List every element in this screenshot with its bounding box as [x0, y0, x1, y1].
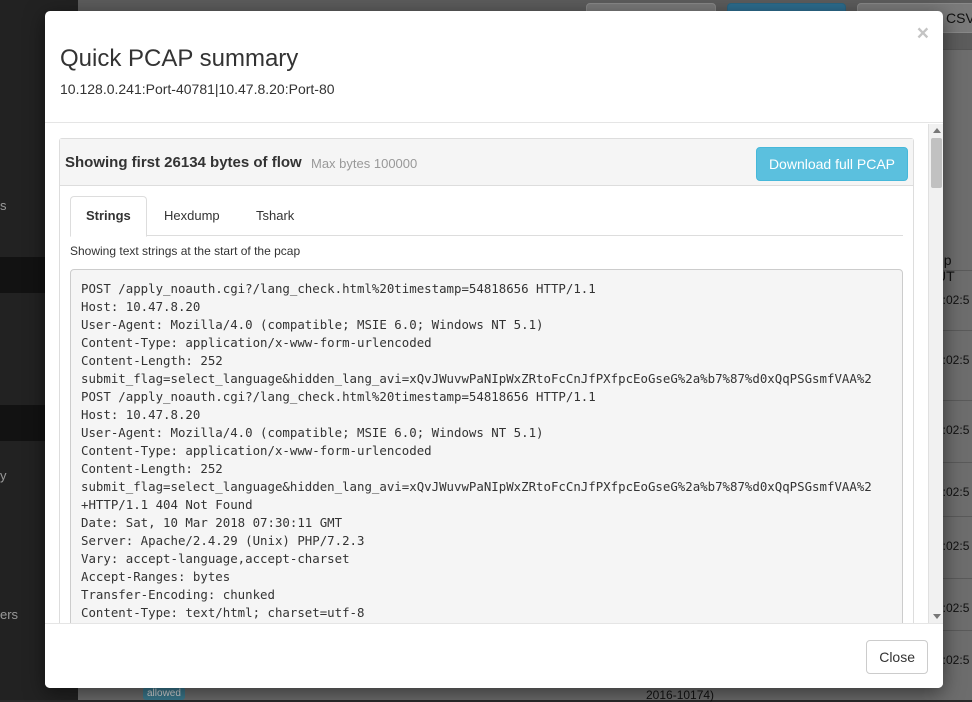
view-tabs: Strings Hexdump Tshark — [70, 196, 903, 237]
background-badge: allowed — [143, 687, 185, 700]
strings-line: Content-Type: text/html; charset=utf-8 — [81, 605, 365, 620]
strings-line: Accept-Ranges: bytes — [81, 569, 231, 584]
tab-strings[interactable]: Strings — [70, 196, 147, 237]
strings-line: submit_flag=select_language&hidden_lang_… — [81, 479, 872, 494]
sidebar-fragment: s — [0, 198, 7, 213]
sidebar-fragment: y — [0, 468, 7, 483]
download-full-pcap-button[interactable]: Download full PCAP — [755, 147, 908, 181]
bytes-shown-title: Showing first 26134 bytes of flow — [65, 154, 302, 171]
sidebar-fragment: ers — [0, 607, 19, 622]
modal-title: Quick PCAP summary — [60, 45, 299, 72]
modal-scrollbar[interactable] — [928, 124, 943, 623]
strings-line: User-Agent: Mozilla/4.0 (compatible; MSI… — [81, 317, 544, 332]
scroll-down-arrow-icon[interactable] — [933, 614, 941, 619]
pcap-summary-modal: Quick PCAP summary 10.128.0.241:Port-407… — [45, 11, 943, 688]
strings-line: Host: 10.47.8.20 — [81, 407, 201, 422]
strings-line: Host: 10.47.8.20 — [81, 299, 201, 314]
sidebar-active-block — [0, 257, 45, 293]
modal-body: Showing first 26134 bytes of flow Max by… — [45, 124, 943, 623]
strings-line: Content-Type: application/x-www-form-url… — [81, 443, 432, 458]
strings-line: Server: Apache/2.4.29 (Unix) PHP/7.2.3 — [81, 533, 365, 548]
tab-tshark[interactable]: Tshark — [240, 196, 310, 236]
tab-hexdump[interactable]: Hexdump — [148, 196, 236, 236]
sidebar-active-block-2 — [0, 405, 45, 441]
strings-line: POST /apply_noauth.cgi?/lang_check.html%… — [81, 281, 596, 296]
strings-line: submit_flag=select_language&hidden_lang_… — [81, 371, 872, 386]
modal-header: Quick PCAP summary 10.128.0.241:Port-407… — [45, 11, 943, 123]
csv-label: CSV — [946, 10, 972, 26]
tab-description: Showing text strings at the start of the… — [70, 244, 301, 258]
strings-line: Content-Type: application/x-www-form-url… — [81, 335, 432, 350]
strings-line: Content-Length: 252 — [81, 353, 223, 368]
strings-line: +HTTP/1.1 404 Not Found — [81, 497, 253, 512]
panel-heading: Showing first 26134 bytes of flow Max by… — [60, 139, 913, 186]
flow-identifier: 10.128.0.241:Port-40781|10.47.8.20:Port-… — [60, 81, 335, 97]
strings-line: Content-Length: 252 — [81, 461, 223, 476]
strings-line: POST /apply_noauth.cgi?/lang_check.html%… — [81, 389, 596, 404]
scrollbar-thumb[interactable] — [931, 138, 942, 188]
strings-line: User-Agent: Mozilla/4.0 (compatible; MSI… — [81, 425, 544, 440]
strings-text: POST /apply_noauth.cgi?/lang_check.html%… — [81, 280, 892, 622]
max-bytes-label: Max bytes 100000 — [311, 156, 418, 171]
strings-line: Vary: accept-language,accept-charset — [81, 551, 350, 566]
strings-line: Transfer-Encoding: chunked — [81, 587, 275, 602]
modal-footer: Close — [45, 623, 943, 688]
close-icon[interactable]: × — [917, 23, 929, 44]
scroll-up-arrow-icon[interactable] — [933, 128, 941, 133]
close-button[interactable]: Close — [866, 640, 928, 674]
flow-panel: Showing first 26134 bytes of flow Max by… — [59, 138, 914, 623]
strings-output: POST /apply_noauth.cgi?/lang_check.html%… — [70, 269, 903, 623]
strings-line: Date: Sat, 10 Mar 2018 07:30:11 GMT — [81, 515, 343, 530]
